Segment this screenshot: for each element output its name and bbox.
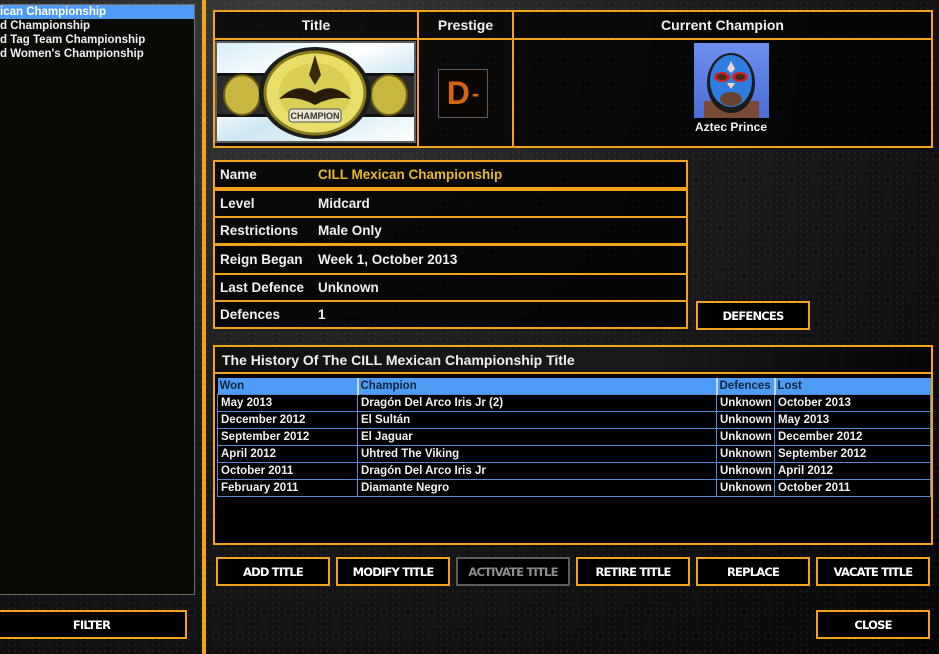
history-row[interactable]: October 2011 Dragón Del Arco Iris Jr Unk…: [217, 461, 931, 480]
detail-label: Restrictions: [220, 223, 299, 238]
prestige-column-header: Prestige: [417, 10, 514, 40]
detail-row-last-defence: Last Defence Unknown: [213, 273, 688, 302]
cell-lost: May 2013: [774, 410, 931, 429]
cell-defences: Unknown: [716, 393, 775, 412]
detail-value: Week 1, October 2013: [318, 252, 458, 267]
close-button[interactable]: CLOSE: [816, 610, 930, 639]
title-history-panel: The History Of The CILL Mexican Champion…: [213, 345, 933, 545]
history-row[interactable]: December 2012 El Sultán Unknown May 2013: [217, 410, 931, 429]
prestige-badge: D-: [438, 69, 488, 118]
column-header-lost[interactable]: Lost: [774, 378, 931, 394]
cell-lost: October 2013: [774, 393, 931, 412]
prestige-grade: D: [446, 75, 470, 111]
detail-label: Last Defence: [220, 280, 305, 295]
activate-title-button[interactable]: ACTIVATE TITLE: [456, 557, 570, 586]
vacate-title-button[interactable]: VACATE TITLE: [816, 557, 930, 586]
cell-champion: Dragón Del Arco Iris Jr (2): [357, 393, 717, 412]
title-list[interactable]: ican Championship d Championship d Tag T…: [0, 4, 195, 595]
history-header-row: Won Champion Defences Lost: [217, 378, 931, 394]
cell-lost: October 2011: [774, 478, 931, 497]
cell-champion: Uhtred The Viking: [357, 444, 717, 463]
detail-label: Name: [220, 167, 257, 182]
detail-value: Male Only: [318, 223, 382, 238]
cell-lost: September 2012: [774, 444, 931, 463]
cell-won: October 2011: [217, 461, 358, 480]
defences-button[interactable]: DEFENCES: [696, 301, 810, 330]
title-list-item[interactable]: ican Championship: [0, 5, 194, 19]
cell-won: May 2013: [217, 393, 358, 412]
cell-defences: Unknown: [716, 427, 775, 446]
title-list-item[interactable]: d Women's Championship: [0, 47, 194, 61]
detail-row-level: Level Midcard: [213, 189, 688, 218]
cell-lost: April 2012: [774, 461, 931, 480]
retire-title-button[interactable]: RETIRE TITLE: [576, 557, 690, 586]
title-column-header: Title: [213, 10, 419, 40]
detail-row-reign-began: Reign Began Week 1, October 2013: [213, 244, 688, 275]
panel-divider: [202, 0, 206, 654]
cell-lost: December 2012: [774, 427, 931, 446]
title-list-item[interactable]: d Tag Team Championship: [0, 33, 194, 47]
detail-value: CILL Mexican Championship: [318, 167, 503, 182]
cell-won: February 2011: [217, 478, 358, 497]
title-belt-image: CHAMPION: [215, 41, 416, 143]
current-champion-column-header: Current Champion: [512, 10, 933, 40]
cell-champion: Diamante Negro: [357, 478, 717, 497]
history-row[interactable]: September 2012 El Jaguar Unknown Decembe…: [217, 427, 931, 446]
history-row[interactable]: May 2013 Dragón Del Arco Iris Jr (2) Unk…: [217, 393, 931, 412]
detail-row-restrictions: Restrictions Male Only: [213, 216, 688, 245]
detail-row-defences: Defences 1: [213, 300, 688, 329]
cell-defences: Unknown: [716, 478, 775, 497]
cell-won: September 2012: [217, 427, 358, 446]
detail-row-name: Name CILL Mexican Championship: [213, 160, 688, 189]
history-table[interactable]: Won Champion Defences Lost May 2013 Drag…: [217, 378, 931, 497]
history-row[interactable]: February 2011 Diamante Negro Unknown Oct…: [217, 478, 931, 497]
cell-won: April 2012: [217, 444, 358, 463]
detail-label: Level: [220, 196, 255, 211]
cell-champion: El Jaguar: [357, 427, 717, 446]
detail-value: Midcard: [318, 196, 370, 211]
modify-title-button[interactable]: MODIFY TITLE: [336, 557, 450, 586]
title-list-item[interactable]: d Championship: [0, 19, 194, 33]
column-header-champion[interactable]: Champion: [357, 378, 718, 394]
history-row[interactable]: April 2012 Uhtred The Viking Unknown Sep…: [217, 444, 931, 463]
champion-portrait: [694, 43, 769, 118]
column-header-won[interactable]: Won: [217, 378, 359, 394]
cell-defences: Unknown: [716, 461, 775, 480]
prestige-modifier: -: [471, 80, 480, 106]
cell-champion: Dragón Del Arco Iris Jr: [357, 461, 717, 480]
detail-label: Defences: [220, 307, 281, 322]
history-title: The History Of The CILL Mexican Champion…: [215, 347, 931, 374]
belt-plate-text: CHAMPION: [291, 111, 340, 121]
detail-value: Unknown: [318, 280, 379, 295]
cell-won: December 2012: [217, 410, 358, 429]
cell-champion: El Sultán: [357, 410, 717, 429]
cell-defences: Unknown: [716, 410, 775, 429]
add-title-button[interactable]: ADD TITLE: [216, 557, 330, 586]
detail-label: Reign Began: [220, 252, 303, 267]
cell-defences: Unknown: [716, 444, 775, 463]
column-header-defences[interactable]: Defences: [716, 378, 776, 394]
detail-value: 1: [318, 307, 326, 322]
current-champion-name[interactable]: Aztec Prince: [660, 120, 802, 134]
replace-button[interactable]: REPLACE: [696, 557, 810, 586]
filter-button[interactable]: FILTER: [0, 610, 187, 639]
